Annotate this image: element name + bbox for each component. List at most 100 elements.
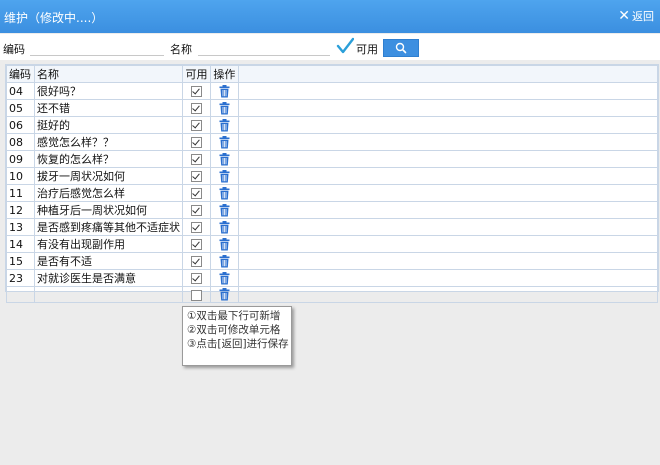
cell-code[interactable]: 14 — [6, 235, 35, 253]
cell-code[interactable]: 09 — [6, 150, 35, 168]
enabled-checkbox[interactable] — [190, 154, 202, 165]
cell-code[interactable]: 13 — [6, 218, 35, 236]
delete-button[interactable] — [209, 252, 239, 270]
enabled-checkbox[interactable] — [190, 273, 202, 284]
table-row[interactable] — [6, 286, 659, 303]
table-row[interactable]: 09 恢复的怎么样？ — [6, 150, 659, 168]
delete-button[interactable] — [209, 167, 239, 185]
name-label: 名称 — [170, 43, 192, 56]
table-row[interactable]: 15 是否有不适 — [6, 252, 659, 270]
enabled-checkbox[interactable] — [190, 239, 202, 250]
delete-button[interactable] — [209, 201, 239, 219]
header-enabled[interactable]: 可用 — [181, 65, 211, 83]
table-row[interactable]: 10 拔牙一周状况如何 — [6, 167, 659, 185]
cell-filler — [237, 82, 659, 100]
table-row[interactable]: 11 治疗后感觉怎么样 — [6, 184, 659, 202]
cell-code[interactable]: 11 — [6, 184, 35, 202]
code-input[interactable] — [30, 39, 164, 56]
enabled-checkbox[interactable] — [190, 256, 202, 267]
cell-code[interactable] — [6, 286, 35, 303]
tip-line: ①双击最下行可新增 — [187, 310, 281, 322]
cell-code[interactable]: 06 — [6, 116, 35, 134]
enabled-checkbox[interactable] — [190, 205, 202, 216]
cell-code[interactable]: 04 — [6, 82, 35, 100]
delete-button[interactable] — [209, 269, 239, 287]
code-label: 编码 — [3, 43, 25, 56]
enabled-checkbox[interactable] — [190, 120, 202, 131]
enabled-checkbox[interactable] — [190, 222, 202, 233]
close-icon: ✕ — [618, 8, 630, 24]
name-input[interactable] — [198, 39, 330, 56]
cell-name[interactable]: 还不错 — [33, 99, 183, 117]
cell-code[interactable]: 15 — [6, 252, 35, 270]
table-row[interactable]: 13 是否感到疼痛等其他不适症状 — [6, 218, 659, 236]
trash-icon — [219, 118, 230, 132]
cell-name[interactable] — [33, 286, 183, 303]
header-code[interactable]: 编码 — [6, 65, 35, 83]
cell-name[interactable]: 很好吗？ — [33, 82, 183, 100]
cell-filler — [237, 99, 659, 117]
enabled-checkbox[interactable] — [190, 137, 202, 148]
cell-filler — [237, 184, 659, 202]
cell-name[interactable]: 是否有不适 — [33, 252, 183, 270]
cell-name[interactable]: 种植牙后一周状况如何 — [33, 201, 183, 219]
enabled-checkbox[interactable] — [190, 171, 202, 182]
cell-name[interactable]: 感觉怎么样？？ — [33, 133, 183, 151]
cell-code[interactable]: 08 — [6, 133, 35, 151]
enabled-checkbox[interactable] — [190, 289, 202, 301]
cell-filler — [237, 269, 659, 287]
table-row[interactable]: 05 还不错 — [6, 99, 659, 117]
cell-name[interactable]: 是否感到疼痛等其他不适症状 — [33, 218, 183, 236]
window-title: 维护（修改中....） — [4, 11, 104, 25]
tip-line: ③点击[返回]进行保存 — [187, 338, 289, 350]
enabled-checkbox[interactable] — [190, 103, 202, 114]
cell-name[interactable]: 对就诊医生是否满意 — [33, 269, 183, 287]
cell-name[interactable]: 有没有出现副作用 — [33, 235, 183, 253]
title-bar: 维护（修改中....） ✕ 返回 — [0, 0, 660, 33]
table-row[interactable]: 14 有没有出现副作用 — [6, 235, 659, 253]
delete-button[interactable] — [209, 116, 239, 134]
cell-filler — [237, 150, 659, 168]
cell-code[interactable]: 05 — [6, 99, 35, 117]
delete-button[interactable] — [209, 150, 239, 168]
delete-button[interactable] — [209, 184, 239, 202]
table-row[interactable]: 08 感觉怎么样？？ — [6, 133, 659, 151]
trash-icon — [219, 220, 230, 234]
tip-line: ②双击可修改单元格 — [187, 324, 281, 336]
enabled-label: 可用 — [356, 43, 378, 56]
cell-name[interactable]: 治疗后感觉怎么样 — [33, 184, 183, 202]
search-button[interactable] — [383, 39, 419, 57]
cell-filler — [237, 116, 659, 134]
table-row[interactable]: 04 很好吗？ — [6, 82, 659, 100]
cell-name[interactable]: 挺好的 — [33, 116, 183, 134]
delete-button[interactable] — [209, 133, 239, 151]
trash-icon — [219, 101, 230, 115]
delete-button[interactable] — [209, 82, 239, 100]
table-row[interactable]: 06 挺好的 — [6, 116, 659, 134]
enabled-checkbox[interactable] — [336, 37, 355, 55]
cell-name[interactable]: 拔牙一周状况如何 — [33, 167, 183, 185]
table-header-row: 编码 名称 可用 操作 — [6, 65, 659, 83]
trash-icon — [219, 271, 230, 285]
delete-button[interactable] — [209, 235, 239, 253]
cell-filler — [237, 133, 659, 151]
delete-button[interactable] — [209, 99, 239, 117]
header-filler — [237, 65, 659, 83]
cell-code[interactable]: 23 — [6, 269, 35, 287]
back-button[interactable]: ✕ 返回 — [618, 8, 654, 24]
cell-filler — [237, 235, 659, 253]
cell-code[interactable]: 12 — [6, 201, 35, 219]
delete-button[interactable] — [209, 218, 239, 236]
cell-filler — [237, 218, 659, 236]
cell-code[interactable]: 10 — [6, 167, 35, 185]
table-row[interactable]: 12 种植牙后一周状况如何 — [6, 201, 659, 219]
search-icon — [395, 42, 407, 54]
table-row[interactable]: 23 对就诊医生是否满意 — [6, 269, 659, 287]
header-name[interactable]: 名称 — [33, 65, 183, 83]
enabled-checkbox[interactable] — [190, 188, 202, 199]
cell-name[interactable]: 恢复的怎么样？ — [33, 150, 183, 168]
delete-button[interactable] — [209, 286, 239, 303]
back-label: 返回 — [632, 10, 654, 23]
header-action[interactable]: 操作 — [209, 65, 239, 83]
enabled-checkbox[interactable] — [190, 86, 202, 97]
